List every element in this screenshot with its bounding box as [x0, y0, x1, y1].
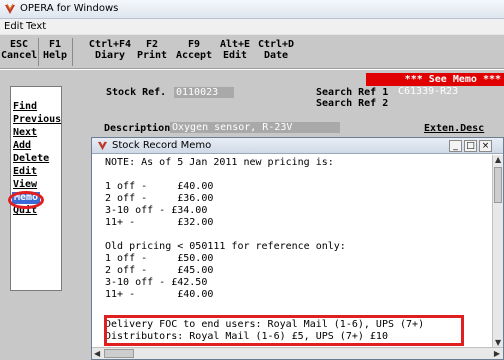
fkey-top: F1 [48, 39, 62, 50]
fkey-top: ESC [9, 39, 29, 50]
side-item-view[interactable]: View [13, 179, 37, 191]
diary-button[interactable]: Ctrl+F4 Diary [88, 39, 132, 61]
fkey-bottom: Help [42, 50, 68, 61]
fkey-top: Alt+E [219, 39, 251, 50]
fkey-bottom: Print [136, 50, 168, 61]
side-item-delete[interactable]: Delete [13, 153, 49, 165]
scroll-up-icon[interactable]: ▲ [495, 155, 501, 164]
memo-line: 11+ - £40.00 [105, 289, 214, 300]
fkey-top: F2 [145, 39, 159, 50]
stock-ref-label: Stock Ref. [106, 87, 167, 98]
memo-line: 1 off - £50.00 [105, 253, 214, 264]
print-button[interactable]: F2 Print [134, 39, 170, 61]
side-item-previous[interactable]: Previous [13, 114, 61, 126]
maximize-icon[interactable]: □ [464, 140, 477, 152]
menu-edit[interactable]: Edit [4, 21, 23, 32]
memo-line: Old pricing < 050111 for reference only: [105, 241, 346, 252]
accept-button[interactable]: F9 Accept [172, 39, 216, 61]
edit-button[interactable]: Alt+E Edit [216, 39, 254, 61]
menu-text[interactable]: Text [26, 21, 46, 32]
horizontal-scroll-thumb[interactable] [104, 349, 134, 358]
fkey-bottom: Date [263, 50, 289, 61]
memo-line: 2 off - £36.00 [105, 193, 214, 204]
memo-line: 1 off - £40.00 [105, 181, 214, 192]
separator [72, 38, 73, 66]
see-memo-alert: *** See Memo *** [366, 73, 504, 86]
fkey-bottom: Cancel [1, 50, 38, 61]
side-item-find[interactable]: Find [13, 101, 37, 113]
fkey-top: Ctrl+D [257, 39, 295, 50]
opera-app-icon [5, 3, 15, 14]
delivery-highlight-box [104, 315, 464, 346]
scroll-down-icon[interactable]: ▼ [495, 338, 501, 347]
function-key-toolbar: ESC Cancel F1 Help Ctrl+F4 Diary F2 Prin… [0, 34, 504, 69]
search-ref1-field[interactable]: C61339-R23 [396, 86, 486, 97]
fkey-bottom: Diary [94, 50, 126, 61]
memo-line: 11+ - £32.00 [105, 217, 214, 228]
close-icon[interactable]: × [479, 140, 492, 152]
scroll-left-icon[interactable]: ◀ [94, 349, 100, 358]
memo-line: 3-10 off - £34.00 [105, 205, 208, 216]
stock-record-memo-dialog: Stock Record Memo _ □ × NOTE: As of 5 Ja… [91, 137, 504, 360]
search-ref1-label: Search Ref 1 [316, 87, 389, 98]
memo-title-bar: Stock Record Memo _ □ × [92, 138, 503, 154]
description-field[interactable]: Oxygen sensor, R-23V [170, 122, 340, 133]
stock-ref-field[interactable]: 0110023 [174, 87, 234, 98]
cancel-button[interactable]: ESC Cancel [1, 39, 37, 61]
side-item-edit[interactable]: Edit [13, 166, 37, 178]
help-button[interactable]: F1 Help [40, 39, 70, 61]
memo-line: 3-10 off - £42.50 [105, 277, 208, 288]
vertical-scrollbar[interactable]: ▲ ▼ [492, 155, 503, 347]
exten-desc-link[interactable]: Exten.Desc [424, 123, 484, 134]
description-label: Description [104, 123, 171, 134]
memo-line: 2 off - £45.00 [105, 265, 214, 276]
opera-app-icon [97, 141, 108, 151]
memo-line: NOTE: As of 5 Jan 2011 new pricing is: [105, 157, 334, 168]
scroll-right-icon[interactable]: ▶ [494, 349, 500, 358]
fkey-bottom: Accept [175, 50, 213, 61]
separator [38, 38, 39, 66]
memo-title: Stock Record Memo [112, 140, 212, 151]
fkey-top: Ctrl+F4 [88, 39, 132, 50]
main-title-bar: OPERA for Windows [0, 0, 504, 19]
fkey-bottom: Edit [222, 50, 248, 61]
side-item-next[interactable]: Next [13, 127, 37, 139]
side-item-add[interactable]: Add [13, 140, 31, 152]
search-ref2-label: Search Ref 2 [316, 98, 389, 109]
horizontal-scrollbar[interactable]: ◀ ▶ [92, 347, 503, 359]
date-button[interactable]: Ctrl+D Date [254, 39, 298, 61]
window-title: OPERA for Windows [20, 3, 119, 14]
side-command-menu: Find Previous Next Add Delete Edit View … [10, 86, 62, 291]
vertical-scroll-thumb[interactable] [494, 167, 502, 203]
memo-callout-circle [8, 191, 44, 209]
menu-bar: Edit Text [0, 19, 504, 34]
minimize-icon[interactable]: _ [449, 140, 462, 152]
fkey-top: F9 [187, 39, 201, 50]
